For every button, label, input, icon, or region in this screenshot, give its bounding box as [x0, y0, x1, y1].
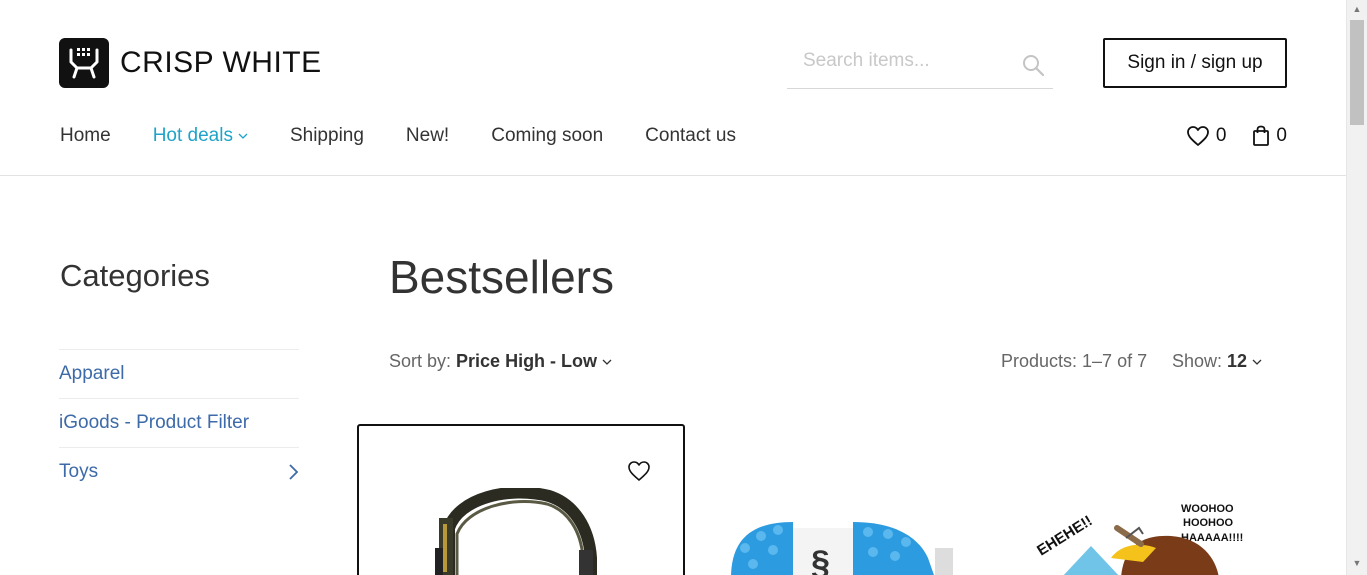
page-scrollbar[interactable]: ▲ ▼ [1346, 0, 1367, 575]
category-item-apparel[interactable]: Apparel [59, 349, 299, 398]
svg-text:HOOHOO: HOOHOO [1183, 517, 1234, 529]
logo-icon [59, 38, 109, 88]
sort-value: Price High - Low [456, 351, 598, 371]
nav-item-label: Contact us [645, 125, 736, 146]
search-input[interactable] [803, 50, 1013, 72]
page-size-dropdown[interactable]: Show: 12 [1172, 351, 1262, 372]
svg-text:§: § [811, 544, 830, 575]
brand-name: CRISP WHITE [120, 46, 322, 79]
nav-item-label: New! [405, 125, 450, 146]
cartoon-toy-image: EHEHE!! WOOHOO HOOHOO HAAAAA!!!! [1034, 503, 1243, 575]
page-title: Bestsellers [389, 251, 614, 303]
chevron-down-icon [238, 133, 248, 139]
heart-icon[interactable] [627, 460, 651, 482]
product-card[interactable] [357, 424, 685, 575]
nav-item-hot-deals[interactable]: Hot deals [153, 125, 248, 147]
products-count: Products: 1–7 of 7 [1001, 351, 1148, 371]
scroll-up-arrow-icon[interactable]: ▲ [1352, 4, 1362, 14]
category-item-igoods[interactable]: iGoods - Product Filter [59, 398, 299, 447]
nav-item-label: Home [60, 125, 111, 146]
robot-ball-toy-image: § [731, 522, 953, 575]
cart-count: 0 [1276, 125, 1287, 146]
sign-in-button[interactable]: Sign in / sign up [1103, 38, 1287, 88]
wishlist-link[interactable]: 0 [1186, 125, 1227, 147]
product-card[interactable]: EHEHE!! WOOHOO HOOHOO HAAAAA!!!! [1021, 424, 1321, 575]
cart-link[interactable]: 0 [1252, 125, 1287, 147]
scroll-down-arrow-icon[interactable]: ▼ [1352, 558, 1362, 568]
nav-item-contact-us[interactable]: Contact us [645, 125, 736, 147]
chevron-right-icon[interactable] [287, 463, 299, 481]
nav-item-new[interactable]: New! [406, 125, 449, 147]
nav-item-home[interactable]: Home [60, 125, 111, 147]
headphones-image [435, 488, 597, 575]
chevron-down-icon [1252, 359, 1262, 365]
nav-item-coming-soon[interactable]: Coming soon [491, 125, 603, 147]
product-card[interactable]: § [689, 424, 1017, 575]
nav-item-label: Hot deals [152, 125, 233, 146]
nav-item-shipping[interactable]: Shipping [290, 125, 364, 147]
category-label: iGoods - Product Filter [59, 412, 250, 433]
nav-item-label: Shipping [289, 125, 364, 146]
sort-label: Sort by: [389, 351, 452, 371]
scrollbar-thumb[interactable] [1350, 20, 1364, 125]
heart-icon [1186, 126, 1209, 146]
site-header: CRISP WHITE Sign in / sign up Home Hot d… [0, 0, 1346, 176]
category-list: Apparel iGoods - Product Filter Toys [59, 349, 299, 496]
nav-item-label: Coming soon [491, 125, 604, 146]
logo[interactable]: CRISP WHITE [59, 38, 322, 88]
show-value: 12 [1227, 351, 1248, 371]
chevron-down-icon [602, 359, 612, 365]
category-label: Toys [59, 461, 99, 482]
sort-dropdown[interactable]: Sort by: Price High - Low [389, 351, 612, 372]
header-counters: 0 0 [1160, 125, 1287, 147]
shopping-bag-icon [1253, 125, 1270, 146]
show-label: Show: [1172, 351, 1223, 371]
main-nav: Home Hot deals Shipping New! Coming soon… [60, 125, 778, 147]
svg-text:WOOHOO: WOOHOO [1181, 503, 1234, 515]
categories-title: Categories [60, 258, 210, 293]
wishlist-count: 0 [1215, 125, 1227, 146]
category-item-toys[interactable]: Toys [59, 447, 299, 496]
category-label: Apparel [59, 363, 125, 384]
search-icon[interactable] [1021, 53, 1045, 77]
search-box [787, 38, 1053, 89]
